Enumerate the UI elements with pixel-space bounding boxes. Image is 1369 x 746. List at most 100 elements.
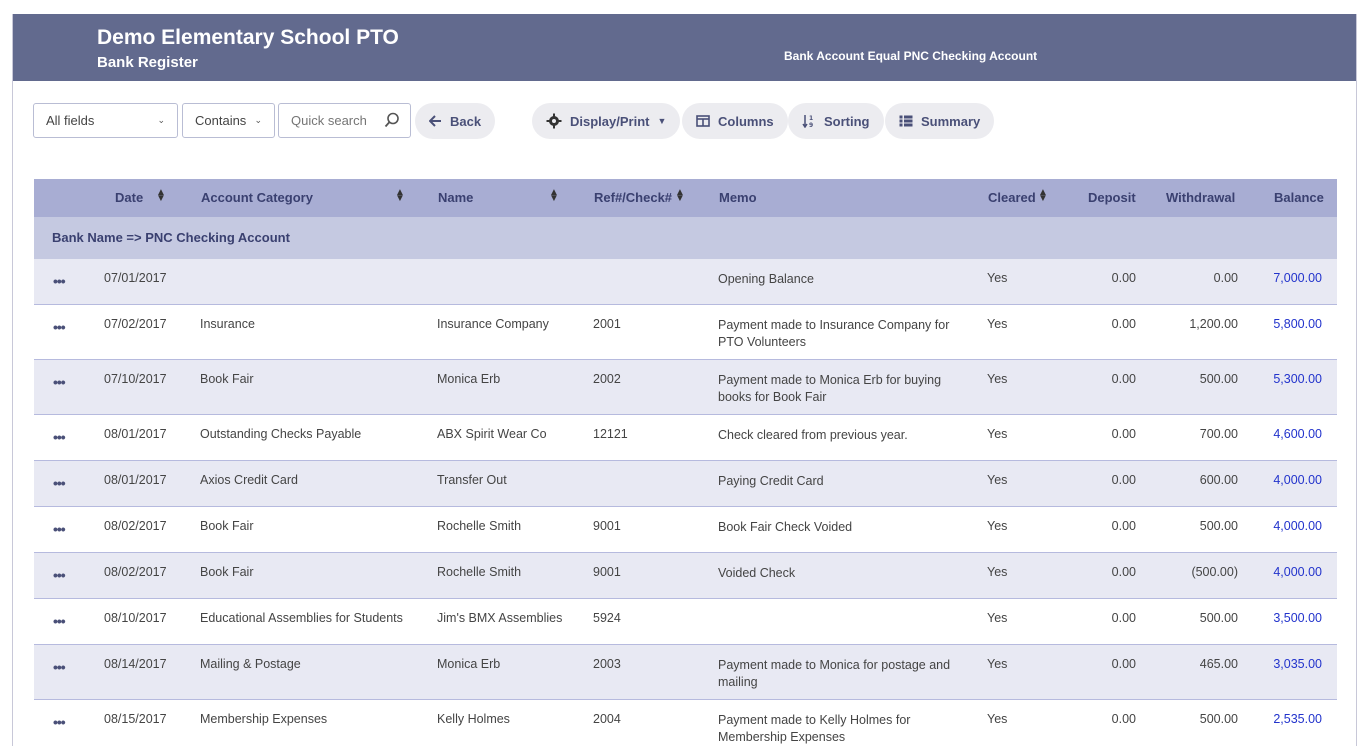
row-actions-icon[interactable]: ••• (53, 659, 66, 675)
cell-cleared: Yes (987, 372, 1008, 386)
row-actions-icon[interactable]: ••• (53, 613, 66, 629)
group-header: Bank Name => PNC Checking Account (34, 217, 1337, 259)
search-icon[interactable] (384, 112, 400, 128)
app-frame: Demo Elementary School PTO Bank Register… (12, 14, 1357, 746)
cell-cleared: Yes (987, 657, 1008, 671)
field-select[interactable]: All fields ⌄ (33, 103, 178, 138)
page-title: Demo Elementary School PTO (97, 26, 399, 49)
column-header-memo[interactable]: Memo (719, 190, 757, 205)
table-row[interactable]: ••• 08/01/2017 Outstanding Checks Payable A… (34, 415, 1337, 461)
cell-date: 08/14/2017 (104, 657, 167, 671)
cell-deposit: 0.00 (1111, 657, 1136, 671)
cell-balance[interactable]: 4,000.00 (1273, 519, 1322, 533)
columns-button[interactable]: Columns (682, 103, 788, 139)
svg-text:9: 9 (809, 122, 813, 128)
cell-withdrawal: (500.00) (1191, 565, 1238, 579)
cell-ref: 2001 (593, 317, 621, 331)
chevron-down-icon: ⌄ (157, 115, 165, 125)
cell-date: 08/10/2017 (104, 611, 167, 625)
column-header-withdrawal[interactable]: Withdrawal (1166, 190, 1235, 205)
row-actions-icon[interactable]: ••• (53, 374, 66, 390)
table-row[interactable]: ••• 08/10/2017 Educational Assemblies for … (34, 599, 1337, 645)
cell-category: Mailing & Postage (200, 657, 301, 671)
sorting-button[interactable]: 1 9 Sorting (788, 103, 884, 139)
sort-toggle-icon[interactable]: ▲ ▼ (549, 188, 559, 204)
cell-cleared: Yes (987, 427, 1008, 441)
cell-name: Insurance Company (437, 317, 549, 331)
column-header-ref[interactable]: Ref#/Check# (594, 190, 672, 205)
cell-balance[interactable]: 5,800.00 (1273, 317, 1322, 331)
sorting-label: Sorting (824, 113, 870, 129)
table-row[interactable]: ••• 07/02/2017 Insurance Insurance Company 2… (34, 305, 1337, 360)
cell-memo: Payment made to Kelly Holmes for Members… (718, 713, 911, 744)
cell-deposit: 0.00 (1111, 712, 1136, 726)
cell-cleared: Yes (987, 317, 1008, 331)
table-body: ••• 07/01/2017 Opening Balance Yes 0.00 0.00 7… (34, 259, 1337, 746)
cell-date: 08/02/2017 (104, 519, 167, 533)
row-actions-icon[interactable]: ••• (53, 521, 66, 537)
cell-deposit: 0.00 (1111, 317, 1136, 331)
cell-date: 08/15/2017 (104, 712, 167, 726)
cell-category: Insurance (200, 317, 255, 331)
cell-balance[interactable]: 2,535.00 (1273, 712, 1322, 726)
cell-balance[interactable]: 3,035.00 (1273, 657, 1322, 671)
cell-withdrawal: 500.00 (1199, 611, 1238, 625)
row-actions-icon[interactable]: ••• (53, 714, 66, 730)
cell-cleared: Yes (987, 565, 1008, 579)
row-actions-icon[interactable]: ••• (53, 319, 66, 335)
back-button[interactable]: Back (415, 103, 496, 139)
cell-memo: Book Fair Check Voided (718, 520, 853, 534)
cell-ref: 9001 (593, 519, 621, 533)
cell-balance[interactable]: 5,300.00 (1273, 372, 1322, 386)
cell-withdrawal: 700.00 (1199, 427, 1238, 441)
field-select-value: All fields (46, 113, 95, 128)
table-row[interactable]: ••• 08/15/2017 Membership Expenses Kelly Ho… (34, 700, 1337, 746)
cell-name: Kelly Holmes (437, 712, 510, 726)
cell-memo: Payment made to Insurance Company for PT… (718, 318, 950, 349)
column-header-category[interactable]: Account Category (201, 190, 313, 205)
operator-select[interactable]: Contains ⌄ (182, 103, 275, 138)
display-print-button[interactable]: Display/Print ▼ (532, 103, 681, 139)
sort-toggle-icon[interactable]: ▲ ▼ (395, 188, 405, 204)
row-actions-icon[interactable]: ••• (53, 273, 66, 289)
row-actions-icon[interactable]: ••• (53, 429, 66, 445)
cell-category: Book Fair (200, 519, 254, 533)
cell-ref: 5924 (593, 611, 621, 625)
sort-toggle-icon[interactable]: ▲ ▼ (675, 188, 685, 204)
cell-balance[interactable]: 4,000.00 (1273, 473, 1322, 487)
row-actions-icon[interactable]: ••• (53, 475, 66, 491)
cell-ref: 2003 (593, 657, 621, 671)
chevron-down-icon: ⌄ (254, 115, 262, 125)
cell-balance[interactable]: 7,000.00 (1273, 271, 1322, 285)
table-row[interactable]: ••• 08/01/2017 Axios Credit Card Transfer O… (34, 461, 1337, 507)
cell-cleared: Yes (987, 519, 1008, 533)
table-row[interactable]: ••• 08/02/2017 Book Fair Rochelle Smith 9001… (34, 507, 1337, 553)
column-header-deposit[interactable]: Deposit (1088, 190, 1136, 205)
column-header-cleared[interactable]: Cleared (988, 190, 1036, 205)
quick-search[interactable] (278, 103, 411, 138)
column-header-name[interactable]: Name (438, 190, 473, 205)
columns-icon (696, 115, 710, 127)
cell-name: Monica Erb (437, 657, 501, 671)
cell-withdrawal: 600.00 (1199, 473, 1238, 487)
quick-search-input[interactable] (279, 104, 379, 137)
cell-balance[interactable]: 4,000.00 (1273, 565, 1322, 579)
cell-memo: Payment made to Monica for postage and m… (718, 658, 951, 689)
table-row[interactable]: ••• 07/10/2017 Book Fair Monica Erb 2002 Paym… (34, 360, 1337, 415)
cell-balance[interactable]: 3,500.00 (1273, 611, 1322, 625)
table-row[interactable]: ••• 08/02/2017 Book Fair Rochelle Smith 9001… (34, 553, 1337, 599)
table-row[interactable]: ••• 08/14/2017 Mailing & Postage Monica Erb… (34, 645, 1337, 700)
cell-name: Jim's BMX Assemblies (437, 611, 563, 625)
table-row[interactable]: ••• 07/01/2017 Opening Balance Yes 0.00 0.00 7… (34, 259, 1337, 305)
sort-toggle-icon[interactable]: ▲ ▼ (156, 188, 166, 204)
row-actions-icon[interactable]: ••• (53, 567, 66, 583)
summary-button[interactable]: Summary (885, 103, 995, 139)
cell-memo: Voided Check (718, 566, 796, 580)
cell-cleared: Yes (987, 473, 1008, 487)
cell-balance[interactable]: 4,600.00 (1273, 427, 1322, 441)
column-header-balance[interactable]: Balance (1274, 190, 1324, 205)
cell-category: Book Fair (200, 372, 254, 386)
sort-toggle-icon[interactable]: ▲ ▼ (1038, 188, 1048, 204)
column-header-date[interactable]: Date (115, 190, 143, 205)
table-icon (899, 115, 913, 127)
